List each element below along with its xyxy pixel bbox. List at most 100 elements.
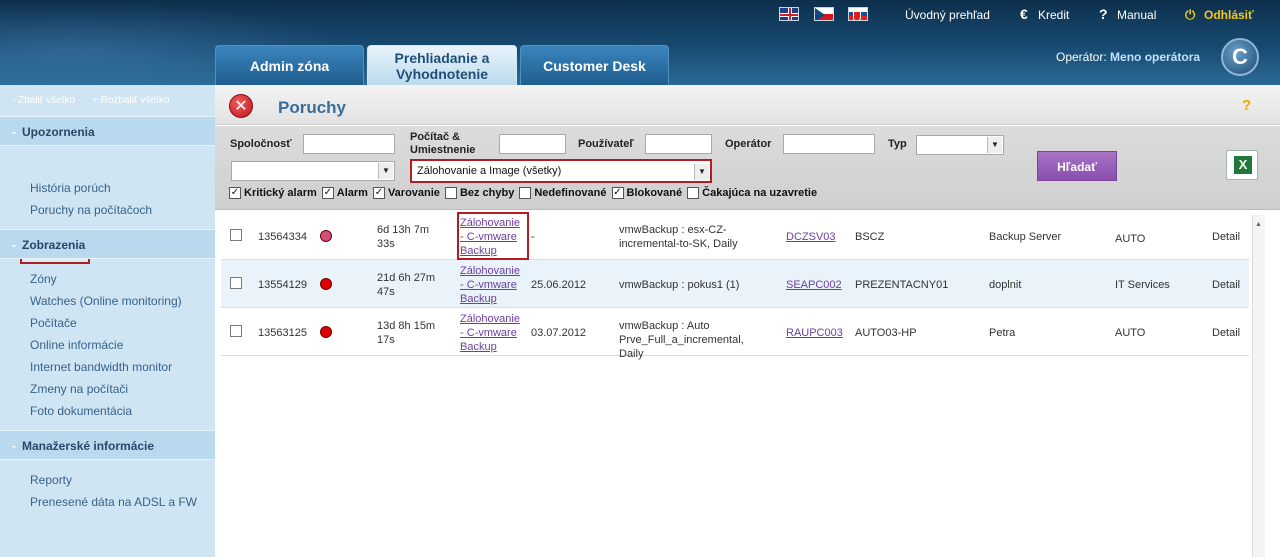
date: - [531,231,535,243]
status-dot-icon [320,278,332,290]
critical-alarm-checkbox[interactable]: ✓ [229,187,241,199]
undefined-checkbox[interactable] [519,187,532,199]
date: 03.07.2012 [531,327,587,339]
user: doplnit [989,279,1022,291]
excel-icon: X [1234,156,1252,174]
section-views[interactable]: - Zobrazenia [0,229,215,259]
computer-link[interactable]: RAUPC003 [786,326,843,340]
user-input[interactable] [645,134,712,154]
table-row[interactable]: 13563125 13d 8h 15m 17s Zálohovanie - C-… [221,308,1249,360]
sidebar-item-zones[interactable]: Zóny [30,272,57,286]
warning-label: Varovanie [387,187,440,199]
alert-id: 13564334 [258,231,307,243]
awaiting-close-label: Čakajúca na uzavretie [702,187,818,199]
group-link[interactable]: Zálohovanie - C-vmware Backup [460,216,526,258]
computer-name: BSCZ [855,231,885,243]
uk-flag-icon[interactable] [779,7,799,21]
cz-flag-icon[interactable] [814,7,834,21]
computer-name: PREZENTACNY01 [855,279,949,291]
sidebar-item-failure-history[interactable]: História porúch [30,181,111,195]
sidebar-item-adsl-data[interactable]: Prenesené dáta na ADSL a FW [30,495,197,509]
computer-link[interactable]: SEAPC002 [786,278,842,292]
group-select[interactable]: Zálohovanie a Image (všetky) ▼ [410,159,712,183]
operator-label: Operátor: [1056,50,1107,64]
row-checkbox[interactable] [230,229,242,241]
chevron-down-icon: ▼ [694,164,709,180]
status-dot-icon [320,230,332,242]
expand-all-link[interactable]: + Rozbaliť všetko [92,95,169,106]
user: Backup Server [989,231,1062,243]
user: Petra [989,327,1016,339]
company-input[interactable] [303,134,395,154]
computer-input[interactable] [499,134,566,154]
title-bar: ✕ Poruchy ? [215,85,1280,125]
company-label: Spoločnosť [230,138,292,150]
sidebar-item-watches[interactable]: Watches (Online monitoring) [30,294,182,308]
undefined-label: Nedefinované [534,187,607,199]
tab-admin-zone[interactable]: Admin zóna [215,45,364,85]
duration: 21d 6h 27m 47s [377,272,436,298]
manual-link[interactable]: Manual [1117,8,1156,22]
row-checkbox[interactable] [230,277,242,289]
error-icon: ✕ [229,94,253,118]
computer-label: Počítač & Umiestnenie [410,131,476,156]
group-link[interactable]: Zálohovanie - C-vmware Backup [460,312,526,354]
blocked-checkbox[interactable]: ✓ [611,187,624,199]
sidebar-tools: - Zbaliť všetko + Rozbaliť všetko [12,95,183,106]
no-error-checkbox[interactable] [444,187,457,199]
description: vmwBackup : Auto Prve_Full_a_incremental… [619,320,744,360]
group-link[interactable]: Zálohovanie - C-vmware Backup [460,264,526,306]
sidebar-item-computer-failures[interactable]: Poruchy na počítačoch [30,203,152,217]
logout-link[interactable]: Odhlásiť [1204,8,1254,22]
sidebar-item-computers[interactable]: Počítače [30,316,77,330]
user-label: Používateľ [578,138,634,150]
type-label: Typ [888,138,907,150]
section-alerts[interactable]: - Upozornenia [0,116,215,146]
alert-id: 13563125 [258,327,307,339]
chevron-down-icon: ▼ [987,137,1002,153]
table-row[interactable]: 13554129 21d 6h 27m 47s Zálohovanie - C-… [221,260,1249,308]
tab-review-evaluation[interactable]: Prehliadanie a Vyhodnotenie [367,45,517,85]
chevron-down-icon: ▼ [378,163,393,179]
date: 25.06.2012 [531,279,587,291]
main-content: ✕ Poruchy ? Spoločnosť Počítač & Umiestn… [215,85,1280,557]
section-management[interactable]: - Manažerské informácie [0,430,215,460]
operator-name: Meno operátora [1110,50,1201,64]
detail-link[interactable]: Detail [1212,230,1240,244]
blocked-label: Blokované [626,187,683,199]
computer-link[interactable]: DCZSV03 [786,230,836,244]
group-select-value: Zálohovanie a Image (všetky) [417,165,562,177]
alarm-label: Alarm [336,187,368,199]
sidebar-item-bandwidth-monitor[interactable]: Internet bandwidth monitor [30,360,172,374]
sidebar-item-reports[interactable]: Reporty [30,473,72,487]
table-row[interactable]: 13564334 6d 13h 7m 33s Zálohovanie - C-v… [221,212,1249,260]
scroll-up-icon[interactable]: ▲ [1255,221,1262,228]
description: vmwBackup : pokus1 (1) [619,279,740,291]
tab-customer-desk[interactable]: Customer Desk [520,45,669,85]
euro-icon: € [1020,6,1028,22]
sk-flag-icon[interactable] [848,7,868,21]
detail-link[interactable]: Detail [1212,278,1240,292]
duration: 13d 8h 15m 17s [377,320,436,346]
credit-link[interactable]: Kredit [1038,8,1069,22]
row-checkbox[interactable] [230,325,242,337]
sidebar-item-online-info[interactable]: Online informácie [30,338,123,352]
operator-input[interactable] [783,134,875,154]
awaiting-close-checkbox[interactable] [687,187,700,199]
status-dot-icon [320,326,332,338]
alarm-checkbox[interactable]: ✓ [321,187,334,199]
operator: AUTO [1115,327,1146,339]
collapse-all-link[interactable]: - Zbaliť všetko [12,95,75,106]
sidebar-item-computer-changes[interactable]: Zmeny na počítači [30,382,128,396]
detail-link[interactable]: Detail [1212,326,1240,340]
sidebar-item-photo-docs[interactable]: Foto dokumentácia [30,404,132,418]
warning-checkbox[interactable]: ✓ [372,187,385,199]
help-icon[interactable]: ? [1242,97,1251,114]
type-select[interactable]: ▼ [916,135,1004,155]
search-button[interactable]: Hľadať [1037,151,1117,181]
excel-export-button[interactable]: X [1226,150,1258,180]
company-select[interactable]: ▼ [231,161,395,181]
duration: 6d 13h 7m 33s [377,224,429,250]
overview-link[interactable]: Úvodný prehľad [905,8,990,22]
vertical-scrollbar[interactable]: ▲ [1252,215,1265,557]
